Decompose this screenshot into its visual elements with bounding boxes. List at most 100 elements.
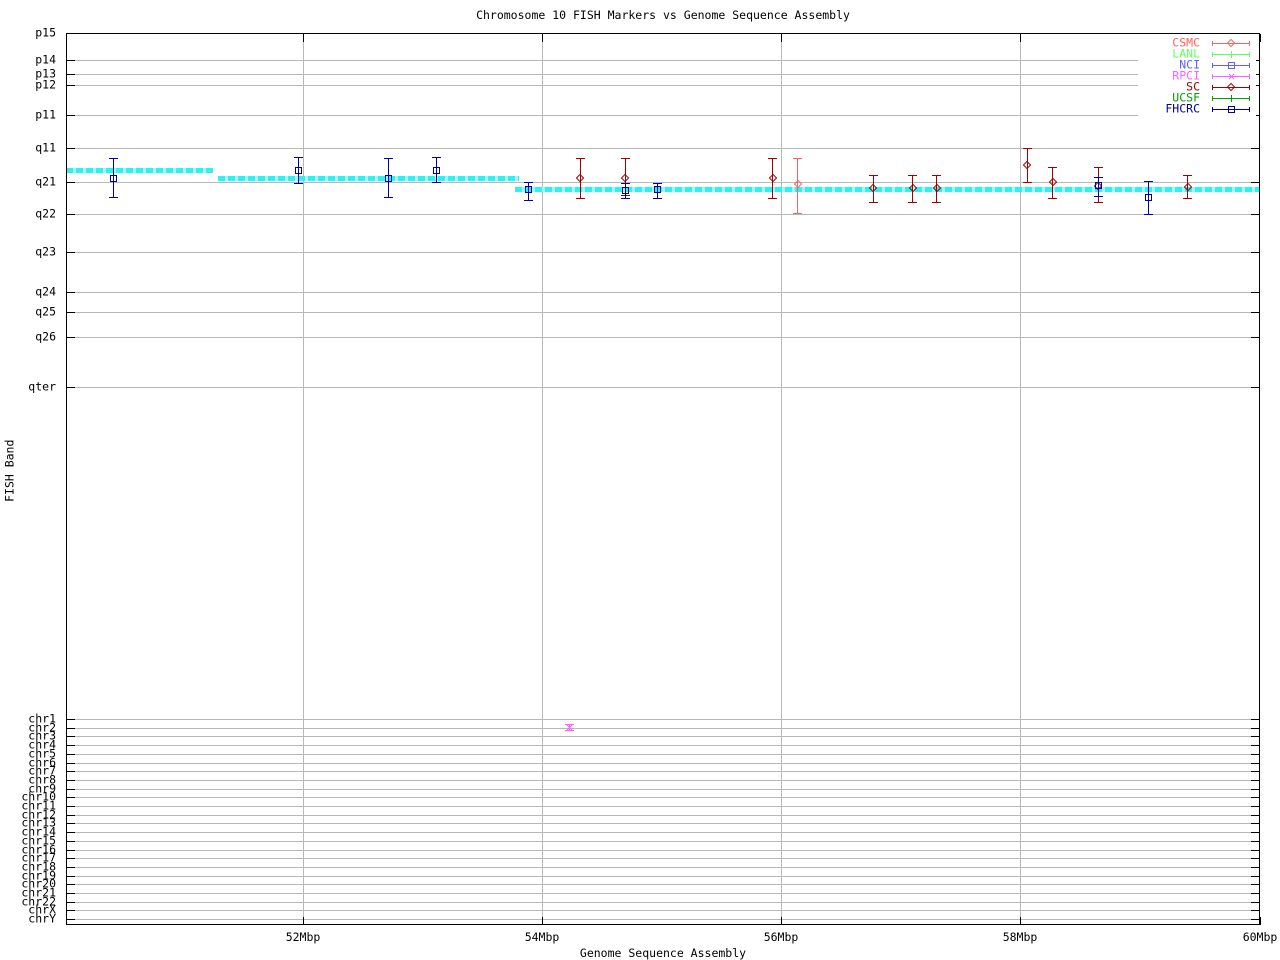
y-tick <box>67 719 75 720</box>
y-tick <box>67 292 75 293</box>
legend-sample-cap <box>1212 40 1213 46</box>
x-tick <box>1260 917 1261 925</box>
y-tick-right <box>1251 182 1259 183</box>
y-tick-right <box>1251 292 1259 293</box>
legend-sample-cap <box>1249 95 1250 101</box>
marker-square <box>385 174 393 182</box>
y-tick-label: q23 <box>35 244 56 259</box>
error-bar-cap <box>1022 148 1032 149</box>
y-tick <box>67 252 75 253</box>
y-tick-right <box>1251 867 1259 868</box>
y-tick-right <box>1251 902 1259 903</box>
legend-sample-cap <box>1249 73 1250 79</box>
y-tick-right <box>1251 919 1259 920</box>
marker-square <box>432 166 440 174</box>
y-tick-label: p15 <box>35 25 56 40</box>
y-tick <box>67 214 75 215</box>
marker-plus-v <box>1230 94 1232 102</box>
legend-sample-cap <box>1212 51 1213 57</box>
y-tick <box>67 823 75 824</box>
y-tick <box>67 919 75 920</box>
y-tick-label: q11 <box>35 140 56 155</box>
x-tick-top <box>1020 34 1021 42</box>
y-tick-right <box>1251 789 1259 790</box>
error-bar-cap <box>793 158 803 159</box>
y-tick-label: q21 <box>35 174 56 189</box>
y-tick-right <box>1251 815 1259 816</box>
x-tick-label: 58Mbp <box>1002 930 1038 944</box>
error-bar-cap <box>575 158 585 159</box>
y-tick <box>67 893 75 894</box>
error-bar-cap <box>524 182 534 183</box>
y-tick-right <box>1251 736 1259 737</box>
y-tick <box>67 876 75 877</box>
y-tick <box>67 841 75 842</box>
error-bar-cap <box>768 158 778 159</box>
x-tick-label: 56Mbp <box>763 930 799 944</box>
y-tick <box>67 312 75 313</box>
y-tick-label: qter <box>28 379 56 394</box>
x-axis-title: Genome Sequence Assembly <box>579 946 747 960</box>
error-bar-cap <box>384 158 394 159</box>
y-tick-label: q25 <box>35 304 56 319</box>
y-tick-right <box>1251 312 1259 313</box>
error-bar-cap <box>793 213 803 214</box>
y-tick-right <box>1251 832 1259 833</box>
y-tick <box>67 148 75 149</box>
error-bar-cap <box>1022 182 1032 183</box>
y-tick-right <box>1251 780 1259 781</box>
y-tick <box>67 736 75 737</box>
error-bar-cap <box>620 158 630 159</box>
y-tick-right <box>1251 33 1259 34</box>
y-tick <box>67 33 75 34</box>
plot-border <box>66 33 1260 925</box>
error-bar-cap <box>768 198 778 199</box>
y-tick-label: p12 <box>35 77 56 92</box>
y-tick-right <box>1251 771 1259 772</box>
error-bar-cap <box>1093 202 1103 203</box>
error-bar-cap <box>524 200 534 201</box>
y-tick <box>67 85 75 86</box>
marker-square <box>1227 61 1235 69</box>
y-tick-right <box>1251 387 1259 388</box>
error-bar-cap <box>868 175 878 176</box>
marker-square <box>109 174 117 182</box>
x-tick <box>542 917 543 925</box>
y-tick <box>67 60 75 61</box>
legend-sample-cap <box>1249 40 1250 46</box>
error-bar-cap <box>908 175 918 176</box>
marker-square <box>1094 181 1102 189</box>
legend-sample-cap <box>1249 84 1250 90</box>
y-tick <box>67 763 75 764</box>
error-bar-cap <box>294 157 304 158</box>
y-tick <box>67 832 75 833</box>
x-tick-label: 54Mbp <box>524 930 560 944</box>
marker-square <box>1144 193 1152 201</box>
error-bar-cap <box>575 198 585 199</box>
error-bar-cap <box>1048 167 1058 168</box>
y-tick-right <box>1251 910 1259 911</box>
y-tick-label: p11 <box>35 107 56 122</box>
x-tick <box>303 917 304 925</box>
y-tick <box>67 789 75 790</box>
y-tick-right <box>1251 806 1259 807</box>
marker-plus-v <box>1230 50 1232 58</box>
legend-sample-cap <box>1212 106 1213 112</box>
y-tick <box>67 858 75 859</box>
y-tick-right <box>1251 728 1259 729</box>
y-tick-right <box>1251 745 1259 746</box>
error-bar-cap <box>431 182 441 183</box>
error-bar-cap <box>868 202 878 203</box>
error-bar-cap <box>384 197 394 198</box>
error-bar-cap <box>1093 196 1103 197</box>
y-tick-right <box>1251 876 1259 877</box>
marker-square <box>525 185 533 193</box>
error-bar-cap <box>108 197 118 198</box>
x-tick-label: 60Mbp <box>1242 930 1278 944</box>
error-bar-cap <box>1048 198 1058 199</box>
y-tick-right <box>1251 214 1259 215</box>
y-tick-right <box>1251 823 1259 824</box>
fish-marker-chart: Chromosome 10 FISH Markers vs Genome Seq… <box>0 0 1280 960</box>
marker-square <box>295 166 303 174</box>
y-tick-right <box>1251 884 1259 885</box>
